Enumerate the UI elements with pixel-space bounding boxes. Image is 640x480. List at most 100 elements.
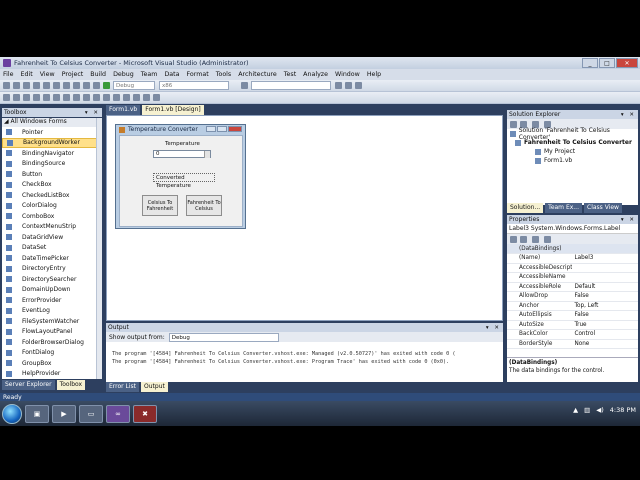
temperature-label[interactable]: Temperature [165, 141, 200, 147]
align-tops-icon[interactable] [33, 94, 40, 101]
save-all-icon[interactable] [43, 82, 50, 89]
align-centers-icon[interactable] [13, 94, 20, 101]
toolbox-item[interactable]: ColorDialog [2, 201, 102, 212]
align-middles-icon[interactable] [43, 94, 50, 101]
property-value[interactable]: Default [572, 282, 638, 292]
menu-format[interactable]: Format [186, 71, 208, 78]
menu-tools[interactable]: Tools [216, 71, 232, 78]
close-button[interactable]: ✕ [616, 58, 638, 68]
toolbox-scrollbar[interactable] [96, 118, 102, 379]
properties-header[interactable]: Properties ▾ ✕ [507, 215, 638, 224]
form-preview[interactable]: Temperature Converter Temperature 0 Conv… [115, 124, 246, 229]
property-row[interactable]: AutoSize True [507, 320, 638, 330]
window-taskbar-icon[interactable]: ▭ [79, 404, 103, 423]
property-row[interactable]: Anchor Top, Left [507, 301, 638, 311]
toolbox-item[interactable]: ErrorProvider [2, 295, 102, 306]
send-back-icon[interactable] [153, 94, 160, 101]
align-lefts-icon[interactable] [3, 94, 10, 101]
add-item-icon[interactable] [13, 82, 20, 89]
find-box[interactable] [251, 81, 331, 90]
v-spacing-icon[interactable] [113, 94, 120, 101]
toolbox-header[interactable]: Toolbox ▾ ✕ [2, 108, 102, 117]
menu-build[interactable]: Build [90, 71, 106, 78]
tab-toolbox[interactable]: Toolbox [56, 380, 86, 390]
alphabetical-icon[interactable] [520, 236, 528, 243]
platform-select[interactable]: x86 [159, 81, 229, 90]
center-v-icon[interactable] [133, 94, 140, 101]
menu-analyze[interactable]: Analyze [303, 71, 328, 78]
toolbox-item[interactable]: CheckedListBox [2, 190, 102, 201]
align-grid-icon[interactable] [93, 94, 100, 101]
menu-project[interactable]: Project [62, 71, 84, 78]
open-icon[interactable] [23, 82, 30, 89]
menu-architecture[interactable]: Architecture [238, 71, 277, 78]
toolbox-item[interactable]: CheckBox [2, 180, 102, 191]
output-header[interactable]: Output ▾ ✕ [106, 323, 503, 332]
toolbox-item[interactable]: GroupBox [2, 358, 102, 369]
volume-icon[interactable]: ◀) [596, 406, 604, 414]
media-player-taskbar-icon[interactable]: ▶ [52, 404, 76, 423]
tab-server-explorer[interactable]: Server Explorer [2, 380, 55, 390]
solution-explorer-icon[interactable] [335, 82, 342, 89]
toolbox-item[interactable]: HelpProvider [2, 369, 102, 380]
find-icon[interactable] [241, 82, 248, 89]
menu-debug[interactable]: Debug [113, 71, 134, 78]
categorized-icon[interactable] [510, 236, 517, 243]
toolbox-pin-icon[interactable]: ▾ ✕ [85, 110, 100, 116]
property-row[interactable]: AccessibleRole Default [507, 282, 638, 292]
menu-edit[interactable]: Edit [21, 71, 33, 78]
solution-pin-icon[interactable]: ▾ ✕ [621, 112, 636, 118]
tray-arrow-icon[interactable]: ▲ [573, 406, 578, 414]
toolbox-icon[interactable] [355, 82, 362, 89]
menu-data[interactable]: Data [164, 71, 179, 78]
spinner-icon[interactable] [204, 151, 210, 158]
copy-icon[interactable] [63, 82, 70, 89]
tab-output[interactable]: Output [141, 382, 168, 392]
new-project-icon[interactable] [3, 82, 10, 89]
h-spacing-icon[interactable] [103, 94, 110, 101]
toolbox-item[interactable]: FolderBrowserDialog [2, 337, 102, 348]
toolbox-item[interactable]: DirectorySearcher [2, 274, 102, 285]
same-size-icon[interactable] [83, 94, 90, 101]
temperature-numericupdown[interactable]: 0 [153, 150, 211, 158]
property-row[interactable]: AutoEllipsis False [507, 310, 638, 321]
property-value[interactable]: False [572, 310, 638, 321]
property-row[interactable]: AccessibleName [507, 272, 638, 283]
form-maximize-button[interactable] [217, 126, 227, 132]
title-bar[interactable]: Fahrenheit To Celsius Converter - Micros… [0, 57, 640, 69]
redo-icon[interactable] [93, 82, 100, 89]
project-node[interactable]: Fahrenheit To Celsius Converter [507, 138, 638, 147]
property-row[interactable]: BorderStyle None [507, 339, 638, 349]
clock[interactable]: 4:38 PM [610, 406, 636, 414]
property-value[interactable] [572, 272, 638, 283]
toolbox-item[interactable]: ContextMenuStrip [2, 222, 102, 233]
paste-icon[interactable] [73, 82, 80, 89]
toolbox-item[interactable]: BackgroundWorker [2, 137, 102, 148]
property-value[interactable]: Control [572, 329, 638, 340]
menu-team[interactable]: Team [141, 71, 158, 78]
property-value[interactable] [572, 244, 638, 254]
tab-error-list[interactable]: Error List [106, 382, 140, 392]
events-icon[interactable] [544, 236, 552, 243]
undo-icon[interactable] [83, 82, 90, 89]
toolbox-item[interactable]: DirectoryEntry [2, 264, 102, 275]
menu-window[interactable]: Window [335, 71, 360, 78]
toolbox-item[interactable]: ComboBox [2, 211, 102, 222]
toolbox-item[interactable]: BindingNavigator [2, 148, 102, 159]
solution-explorer-header[interactable]: Solution Explorer ▾ ✕ [507, 110, 638, 119]
property-row[interactable]: (Name) Label3 [507, 253, 638, 264]
app-taskbar-icon[interactable]: ✖ [133, 404, 157, 423]
minimize-button[interactable]: _ [582, 58, 598, 68]
celsius-to-fahrenheit-button[interactable]: Celsius To Fahrenheit [142, 195, 178, 216]
config-select[interactable]: Debug [113, 81, 155, 90]
cut-icon[interactable] [53, 82, 60, 89]
designer-surface[interactable]: Temperature Converter Temperature 0 Conv… [106, 115, 503, 321]
toolbox-item[interactable]: DataGridView [2, 232, 102, 243]
tab-solution[interactable]: Solution... [507, 203, 544, 213]
property-value[interactable]: False [572, 291, 638, 302]
object-selector[interactable]: Label3 System.Windows.Forms.Label [507, 224, 638, 234]
property-row[interactable]: AllowDrop False [507, 291, 638, 302]
toolbox-item[interactable]: FileSystemWatcher [2, 316, 102, 327]
toolbox-item[interactable]: FontDialog [2, 348, 102, 359]
solution-node[interactable]: Solution 'Fahrenheit To Celsius Converte… [507, 127, 638, 141]
